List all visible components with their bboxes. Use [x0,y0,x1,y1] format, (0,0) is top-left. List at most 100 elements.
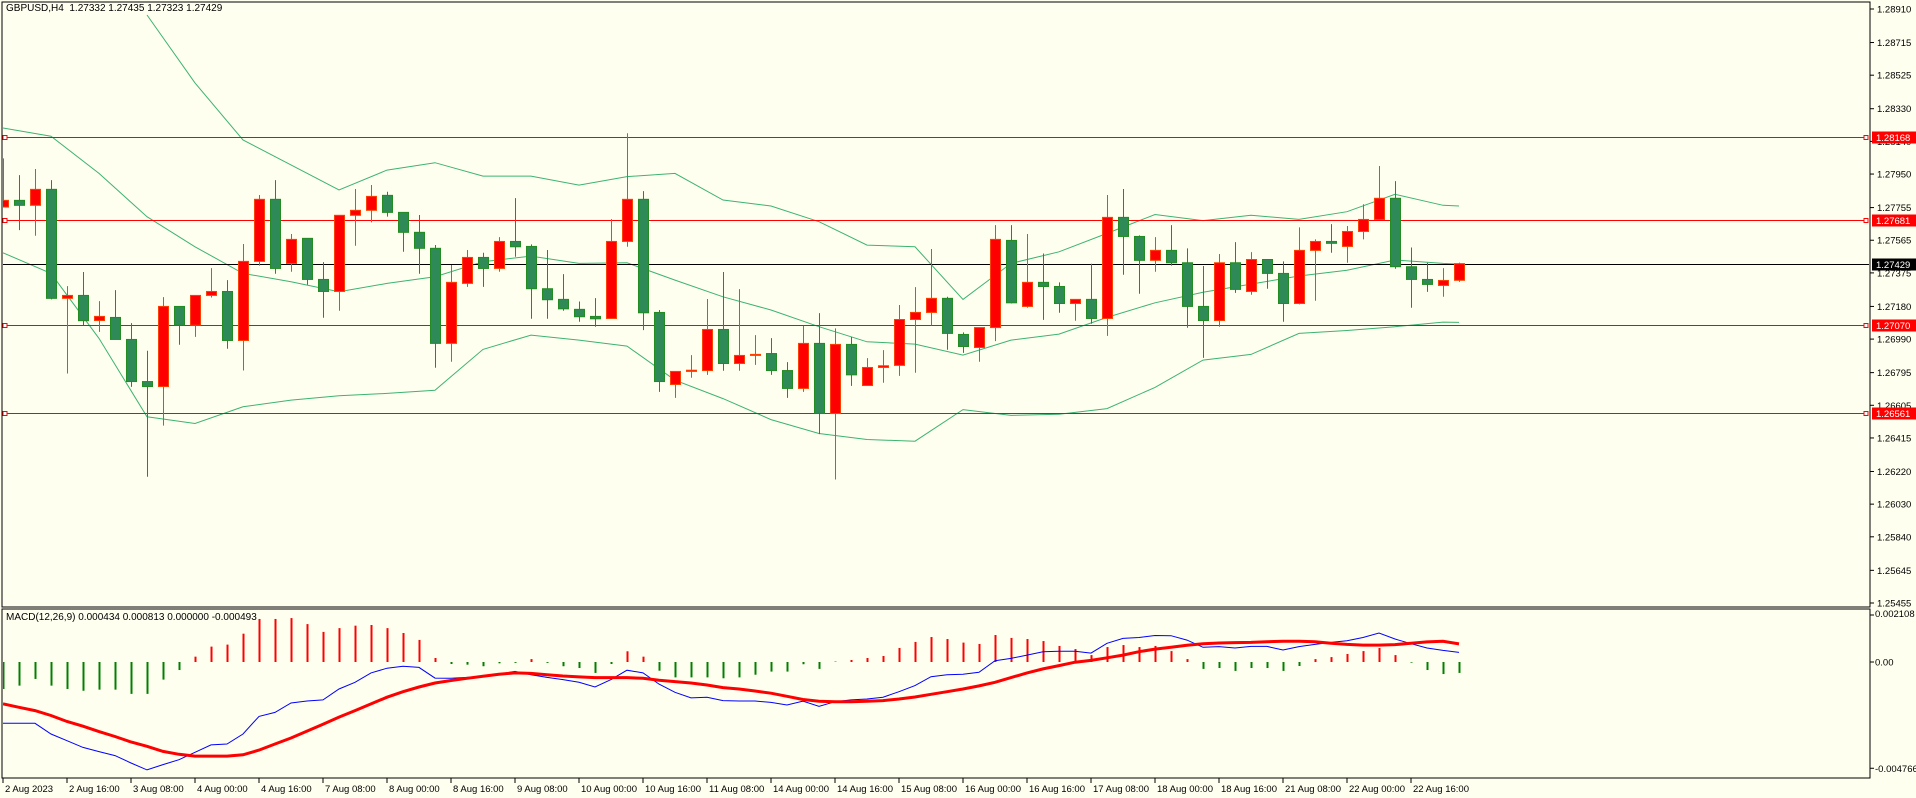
time-tick-label: 4 Aug 00:00 [197,784,248,795]
candle-body [1070,298,1081,305]
level-price-label: 1.28168 [1876,133,1910,144]
candle-body [110,316,121,340]
bullish-candle [1454,262,1465,282]
candle-body [1182,262,1193,307]
candle-body [974,327,985,349]
level-price-label: 1.26561 [1876,409,1910,420]
price-tick-label: 1.25455 [1877,599,1911,610]
level-anchor-right-icon [1863,218,1869,223]
candle-body [1118,216,1129,237]
candle-body [654,311,665,383]
candle-body [798,342,809,389]
price-tick-label: 1.25645 [1877,566,1911,577]
candle-body [590,315,601,320]
candle-body [270,198,281,269]
candle-body [62,294,73,299]
price-tick-label: 1.26220 [1877,467,1911,478]
candle-body [126,338,137,383]
candle-body [670,370,681,385]
candle-body [1422,278,1433,285]
candle-body [1166,249,1177,264]
price-tick-label: 1.27180 [1877,302,1911,313]
price-tick-label: 1.28330 [1877,104,1911,115]
candle-body [846,343,857,376]
candle-body [1054,285,1065,305]
candle-body [254,198,265,262]
chart-background [0,0,1916,798]
candle-body [958,333,969,347]
price-tick-label: 1.27565 [1877,236,1911,247]
price-tick-label: 1.28525 [1877,71,1911,82]
candle-body [78,294,89,322]
price-tick-label: 1.26030 [1877,500,1911,511]
candle-body [542,288,553,301]
candle-body [990,238,1001,329]
bearish-candle [302,237,313,285]
level-anchor-left-icon [2,411,8,416]
candle-body [510,240,521,248]
candle-body [1230,262,1241,290]
time-tick-label: 16 Aug 16:00 [1029,784,1085,795]
price-tick-label: 1.27950 [1877,170,1911,181]
candle-body [142,381,153,388]
candle-body [382,194,393,213]
candle-body [814,342,825,415]
candle-body [686,369,697,372]
candle-body [878,365,889,368]
candle-body [1358,218,1369,232]
macd-legend: MACD(12,26,9) 0.000434 0.000813 0.000000… [6,612,257,623]
candle-body [1406,266,1417,280]
time-tick-label: 2 Aug 16:00 [69,784,120,795]
time-tick-label: 16 Aug 00:00 [965,784,1021,795]
candle-body [718,328,729,365]
candle-body [1246,258,1257,292]
price-tick-label: 1.28715 [1877,38,1911,49]
candle-body [862,366,873,387]
time-tick-label: 2 Aug 2023 [5,784,53,795]
candle-body [1326,240,1337,244]
candle-body [574,308,585,318]
price-tick-label: 1.26795 [1877,368,1911,379]
time-tick-label: 14 Aug 00:00 [773,784,829,795]
bullish-candle [990,225,1001,342]
candle-body [158,305,169,388]
time-tick-label: 18 Aug 00:00 [1157,784,1213,795]
bullish-candle [1214,253,1225,327]
candle-body [606,240,617,319]
time-tick-label: 22 Aug 16:00 [1413,784,1469,795]
candle-body [1214,262,1225,322]
bullish-candle [494,237,505,272]
candle-body [446,281,457,344]
candle-body [926,297,937,313]
candle-body [1310,240,1321,251]
level-price-label: 1.27070 [1876,321,1910,332]
candle-body [190,294,201,326]
time-tick-label: 4 Aug 16:00 [261,784,312,795]
candle-body [398,211,409,233]
candle-body [478,256,489,269]
trading-chart[interactable]: 1.289101.287151.285251.283301.281401.279… [0,0,1916,798]
candle-body [350,209,361,216]
level-anchor-left-icon [2,323,8,328]
candle-body [222,290,233,341]
candle-body [526,245,537,290]
candle-body [1006,239,1017,304]
time-tick-label: 14 Aug 16:00 [837,784,893,795]
candle-body [1086,298,1097,319]
macd-tick-label: 0.002108 [1875,609,1915,620]
candle-body [414,231,425,249]
candle-body [94,315,105,322]
time-tick-label: 8 Aug 16:00 [453,784,504,795]
candle-body [894,318,905,366]
candle-body [1278,272,1289,305]
candle-body [206,290,217,296]
macd-tick-label: -0.004766 [1875,764,1916,775]
current-price-label: 1.27429 [1876,260,1910,271]
macd-values-readout: 0.000434 0.000813 0.000000 -0.000493 [78,612,257,623]
candle-body [238,260,249,341]
candle-body [462,256,473,284]
time-tick-label: 3 Aug 08:00 [133,784,184,795]
candle-body [1198,305,1209,322]
candle-body [1150,249,1161,261]
candle-body [430,247,441,344]
